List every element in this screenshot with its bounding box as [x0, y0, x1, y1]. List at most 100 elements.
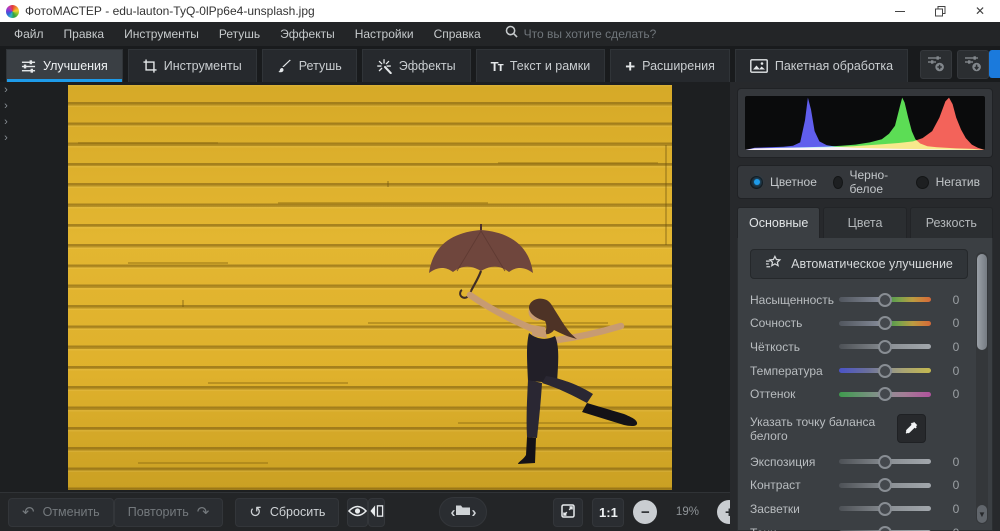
slider-track[interactable]: [839, 506, 931, 511]
preset-export-button[interactable]: [957, 50, 989, 79]
bottom-bar: ↶ Отменить Повторить ↷ ↺ Сбросить: [0, 492, 730, 531]
main-tab-инструменты[interactable]: Инструменты: [128, 49, 257, 82]
slider-handle[interactable]: [878, 316, 892, 330]
main-tab-label: Улучшения: [43, 59, 108, 73]
scrollbar-thumb[interactable]: [977, 254, 987, 350]
slider-row-basic: Чёткость0: [750, 335, 968, 359]
restore-button[interactable]: [920, 0, 960, 22]
slider-handle[interactable]: [878, 340, 892, 354]
panel-scrollbar[interactable]: ▼: [976, 252, 988, 524]
photo-illustration: [68, 85, 672, 490]
undo-button[interactable]: ↶ Отменить: [8, 498, 114, 527]
main-tab-пакетная-обработка[interactable]: Пакетная обработка: [735, 49, 908, 82]
main-tab-расширения[interactable]: +Расширения: [610, 49, 730, 82]
slider-track[interactable]: [839, 297, 931, 302]
zoom-level: 19%: [666, 506, 708, 518]
panel-tab-цвета[interactable]: Цвета: [823, 207, 906, 238]
histogram-mode-group: Цветное Черно-белое Негатив: [737, 165, 993, 199]
menu-item-эффекты[interactable]: Эффекты: [270, 22, 345, 46]
slider-track[interactable]: [839, 344, 931, 349]
mode-radio-черно-белое[interactable]: Черно-белое: [833, 168, 900, 196]
chevron-right-icon: ›: [1, 100, 11, 113]
slider-track[interactable]: [839, 368, 931, 373]
chevron-right-icon: ›: [1, 116, 11, 129]
white-balance-eyedropper-button[interactable]: [897, 414, 926, 443]
zoom-out-button[interactable]: −: [633, 500, 657, 524]
window-title: ФотоМАСТЕР - edu-lauton-TyQ-0lPp6e4-unsp…: [25, 4, 880, 18]
main-tab-ретушь[interactable]: Ретушь: [262, 49, 357, 82]
main-tab-эффекты[interactable]: Эффекты: [362, 49, 471, 82]
preset-add-icon: [927, 54, 945, 75]
auto-enhance-button[interactable]: Автоматическое улучшение: [750, 249, 968, 279]
main-tab-улучшения[interactable]: Улучшения: [6, 49, 123, 82]
photo-canvas[interactable]: [68, 85, 672, 490]
slider-row-tone: Тени0: [750, 521, 968, 531]
mode-radio-label: Негатив: [936, 175, 980, 189]
fit-screen-button[interactable]: [553, 498, 583, 527]
compare-split-icon: [369, 504, 384, 521]
next-photo-button[interactable]: ›: [471, 504, 476, 521]
menu-item-справка[interactable]: Справка: [424, 22, 491, 46]
preset-buttons: [920, 46, 989, 82]
actual-size-button[interactable]: 1:1: [592, 498, 624, 527]
search-placeholder: Что вы хотите сделать?: [524, 27, 657, 41]
slider-handle[interactable]: [878, 455, 892, 469]
main-tab-текст-и-рамки[interactable]: TтТекст и рамки: [476, 49, 606, 82]
slider-handle[interactable]: [878, 293, 892, 307]
slider-handle[interactable]: [878, 364, 892, 378]
slider-handle[interactable]: [878, 502, 892, 516]
mode-radio-негатив[interactable]: Негатив: [916, 175, 980, 189]
file-navigator: ‹ ›: [439, 497, 487, 527]
search-box[interactable]: Что вы хотите сделать?: [505, 25, 657, 43]
slider-value: 0: [944, 502, 968, 516]
panel-tab-основные[interactable]: Основные: [737, 207, 820, 238]
slider-handle[interactable]: [878, 387, 892, 401]
reset-button[interactable]: ↺ Сбросить: [235, 498, 339, 527]
main-tab-label: Текст и рамки: [510, 59, 590, 73]
preset-add-button[interactable]: [920, 50, 952, 79]
slider-track[interactable]: [839, 392, 931, 397]
slider-track[interactable]: [839, 459, 931, 464]
titlebar: ФотоМАСТЕР - edu-lauton-TyQ-0lPp6e4-unsp…: [0, 0, 1000, 22]
save-button[interactable]: Сохранить: [989, 50, 1000, 78]
slider-row-basic: Оттенок0: [750, 382, 968, 406]
menu-item-правка[interactable]: Правка: [54, 22, 115, 46]
redo-button[interactable]: Повторить ↷: [114, 498, 224, 527]
main-tab-label: Пакетная обработка: [775, 59, 893, 73]
folder-icon[interactable]: [455, 503, 471, 521]
minimize-button[interactable]: [880, 0, 920, 22]
umbrella: [429, 224, 533, 298]
slider-value: 0: [944, 387, 968, 401]
left-collapse-strip[interactable]: › › › ›: [1, 84, 11, 145]
slider-value: 0: [944, 293, 968, 307]
slider-handle[interactable]: [878, 478, 892, 492]
panel-content: Автоматическое улучшение Насыщенность 0 Со…: [737, 238, 993, 531]
slider-row-basic: Сочность0: [750, 312, 968, 336]
compare-before-after-button[interactable]: [368, 498, 385, 527]
preview-original-button[interactable]: [347, 498, 368, 527]
slider-track[interactable]: [839, 321, 931, 326]
slider-label: Экспозиция: [750, 455, 839, 469]
radio-icon: [833, 176, 843, 189]
menu-item-файл[interactable]: Файл: [4, 22, 54, 46]
right-panel: Цветное Черно-белое Негатив ОсновныеЦветаР…: [730, 82, 1000, 531]
app-logo-icon: [6, 5, 19, 18]
slider-value: 0: [944, 478, 968, 492]
radio-icon: [750, 176, 763, 189]
slider-label: Насыщенность: [750, 293, 839, 307]
close-button[interactable]: ✕: [960, 0, 1000, 22]
slider-row-tone: Экспозиция0: [750, 450, 968, 474]
menu-item-ретушь[interactable]: Ретушь: [209, 22, 270, 46]
slider-handle[interactable]: [878, 526, 892, 531]
white-balance-row: Указать точку баланса белого: [750, 413, 968, 445]
slider-value: 0: [944, 340, 968, 354]
slider-track[interactable]: [839, 483, 931, 488]
panel-tabs: ОсновныеЦветаРезкость: [737, 207, 993, 238]
search-icon: [505, 25, 518, 43]
mode-radio-цветное[interactable]: Цветное: [750, 175, 817, 189]
menu-item-настройки[interactable]: Настройки: [345, 22, 424, 46]
mode-radio-label: Черно-белое: [850, 168, 900, 196]
panel-tab-резкость[interactable]: Резкость: [910, 207, 993, 238]
menu-item-инструменты[interactable]: Инструменты: [114, 22, 209, 46]
scrollbar-down-button[interactable]: ▼: [977, 505, 987, 523]
